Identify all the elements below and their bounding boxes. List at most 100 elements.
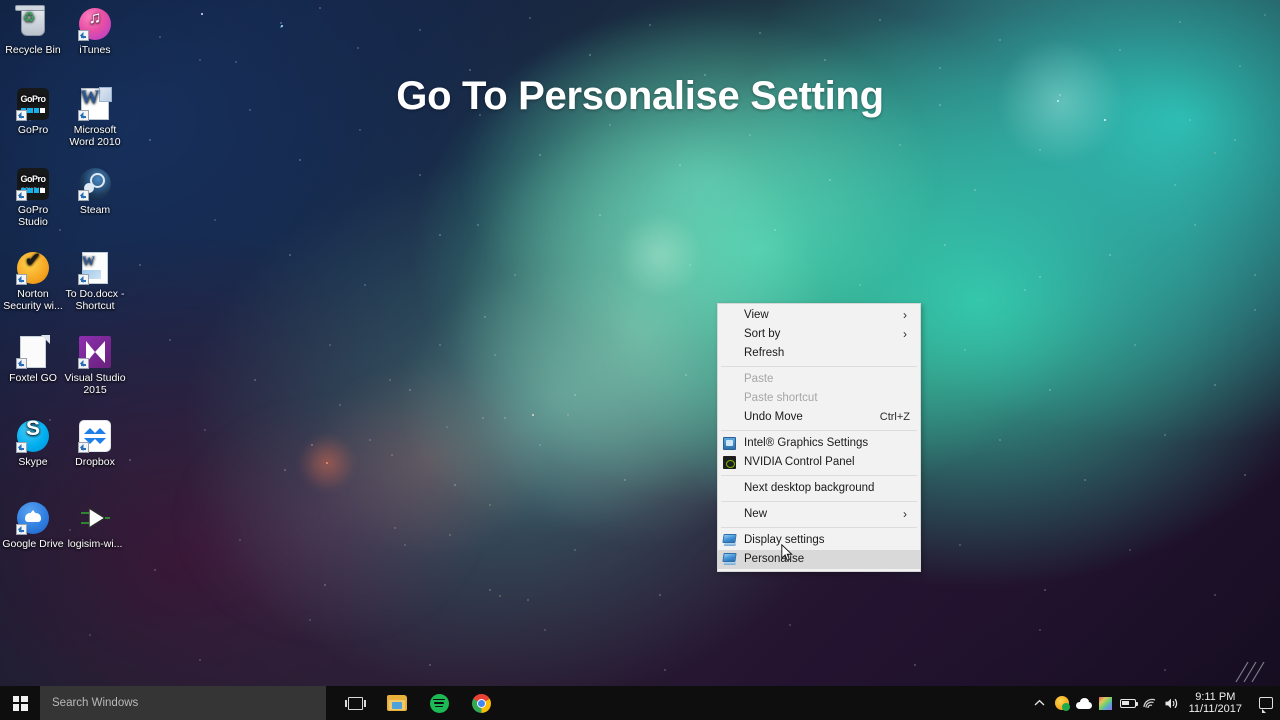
menu-item-icon-slot [718,408,744,427]
search-placeholder: Search Windows [52,697,139,709]
menu-item-icon-slot [718,325,744,344]
blank-file-icon [16,336,49,369]
taskbar[interactable]: Search Windows 9:11 PM 11/11/2017 [0,686,1280,720]
desktop-icon-label: Skype [18,456,48,468]
shortcut-overlay-icon [78,274,89,285]
google-drive-icon [16,502,49,535]
dropbox-icon [78,420,111,453]
menu-item-label: Undo Move [744,411,803,423]
desktop-icon-label: Dropbox [75,456,115,468]
menu-item-display-settings[interactable]: Display settings [718,531,920,550]
desktop-icon-label: Foxtel GO [9,372,57,384]
visual-studio-icon [78,336,111,369]
menu-separator [721,430,917,431]
shortcut-overlay-icon [78,30,89,41]
itunes-icon [78,8,111,41]
desktop-icon-label: Visual Studio 2015 [64,372,126,396]
chrome-button[interactable] [460,686,502,720]
recycle-bin-icon [17,8,49,40]
color-swatch-tray-icon[interactable] [1095,686,1117,720]
menu-item-icon-slot [718,306,744,325]
network-tray-icon[interactable] [1139,686,1161,720]
clock-date: 11/11/2017 [1188,703,1242,715]
corner-scribble-mark [1235,661,1265,683]
desktop-icon-itunes[interactable]: iTunes [64,8,126,57]
desktop-icon-foxtel-go[interactable]: Foxtel GO [2,336,64,385]
menu-item-next-desktop-background[interactable]: Next desktop background [718,479,920,498]
menu-item-label: Sort by [744,328,781,340]
desktop-icon-visual-studio-2015[interactable]: Visual Studio 2015 [64,336,126,396]
shortcut-overlay-icon [16,274,27,285]
desktop-icon-to-do-docx[interactable]: W To Do.docx - Shortcut [64,252,126,312]
battery-tray-icon[interactable] [1117,686,1139,720]
chevron-right-icon: › [903,507,907,521]
desktop-icon-label: iTunes [79,44,111,56]
shortcut-overlay-icon [78,110,89,121]
desktop-icon-recycle-bin[interactable]: Recycle Bin [2,8,64,57]
shortcut-overlay-icon [16,524,27,535]
menu-item-label: Paste [744,373,774,385]
menu-separator [721,501,917,502]
volume-tray-icon[interactable] [1161,686,1183,720]
onedrive-tray-icon[interactable] [1073,686,1095,720]
norton-tray-icon[interactable] [1051,686,1073,720]
desktop-icon-microsoft-word-2010[interactable]: Microsoft Word 2010 [64,87,126,148]
desktop-icon-label: To Do.docx - Shortcut [65,288,125,312]
desktop-icon-label: Steam [79,204,111,216]
shortcut-overlay-icon [16,442,27,453]
display-icon [718,531,744,550]
desktop-icon-skype[interactable]: Skype [2,420,64,469]
menu-item-label: NVIDIA Control Panel [744,456,855,468]
menu-separator [721,475,917,476]
menu-item-label: Display settings [744,534,825,546]
nvidia-icon [718,453,744,472]
mouse-cursor-icon [781,543,793,562]
menu-item-icon-slot [718,370,744,389]
desktop-icon-dropbox[interactable]: Dropbox [64,420,126,469]
menu-item-undo-move[interactable]: Undo Move Ctrl+Z [718,408,920,427]
desktop-icon-steam[interactable]: Steam [64,168,126,217]
chevron-right-icon: › [903,327,907,341]
clock[interactable]: 9:11 PM 11/11/2017 [1183,691,1252,715]
desktop-icon-label: Norton Security wi... [3,288,63,312]
desktop-icon-label: Microsoft Word 2010 [69,124,121,148]
menu-item-intel-graphics-settings[interactable]: Intel® Graphics Settings [718,434,920,453]
menu-item-label: Intel® Graphics Settings [744,437,869,449]
desktop-icon-logisim[interactable]: logisim-wi... [64,502,126,551]
desktop-icon-gopro[interactable]: GoPro GoPro [2,88,64,137]
menu-item-paste-shortcut: Paste shortcut [718,389,920,408]
desktop-icon-google-drive[interactable]: Google Drive [2,502,64,551]
folder-icon [387,695,407,711]
spotify-button[interactable] [418,686,460,720]
norton-security-icon [16,252,49,285]
task-view-button[interactable] [334,686,376,720]
task-view-icon [344,696,366,710]
chevron-right-icon: › [903,308,907,322]
menu-item-icon-slot [718,389,744,408]
shortcut-overlay-icon [78,442,89,453]
menu-item-label: Refresh [744,347,785,359]
steam-icon [78,168,111,201]
gopro-icon: GoPro [16,88,49,121]
menu-separator [721,527,917,528]
wifi-icon [1143,698,1156,709]
menu-item-sort-by[interactable]: Sort by › [718,325,920,344]
desktop-icon-norton-security[interactable]: Norton Security wi... [2,252,64,312]
menu-item-nvidia-control-panel[interactable]: NVIDIA Control Panel [718,453,920,472]
action-center-button[interactable] [1252,686,1280,720]
menu-item-view[interactable]: View › [718,306,920,325]
menu-item-refresh[interactable]: Refresh [718,344,920,363]
desktop-context-menu[interactable]: View › Sort by › Refresh Paste Paste sho… [717,303,921,572]
menu-item-label: View [744,309,769,321]
show-hidden-icons-button[interactable] [1029,686,1051,720]
headline-text: Go To Personalise Setting [396,74,884,118]
menu-item-personalise[interactable]: Personalise [718,550,920,569]
clock-time: 9:11 PM [1195,691,1236,703]
start-button[interactable] [0,686,40,720]
desktop-icon-gopro-studio[interactable]: GoProSTUDIO GoPro Studio [2,168,64,228]
file-explorer-button[interactable] [376,686,418,720]
desktop-icon-label: Google Drive [2,538,64,550]
menu-item-new[interactable]: New › [718,505,920,524]
shortcut-overlay-icon [78,358,89,369]
search-input[interactable]: Search Windows [40,686,326,720]
